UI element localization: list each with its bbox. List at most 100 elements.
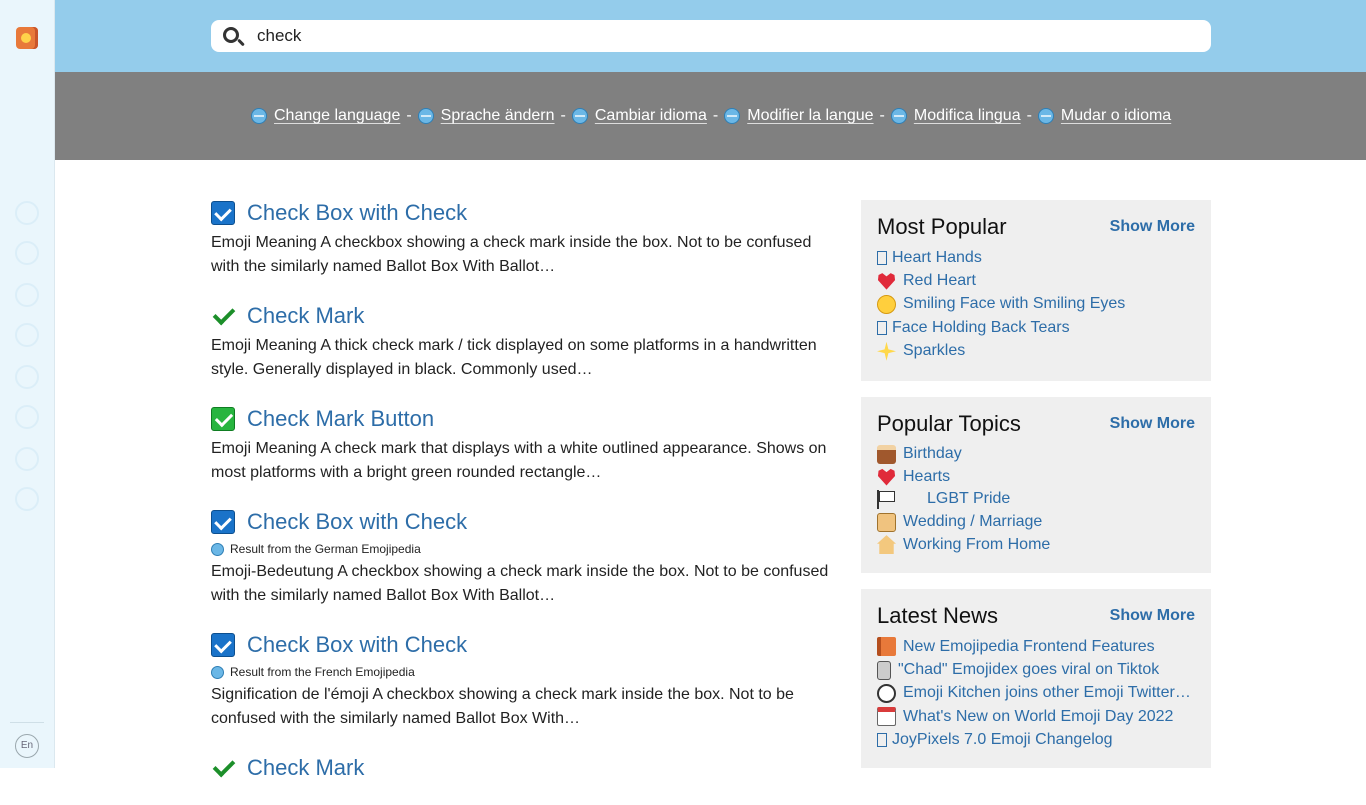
list-link[interactable]: New Emojipedia Frontend Features (903, 638, 1155, 656)
nav-faint-icon[interactable] (15, 405, 39, 429)
search-results: Check Box with Check Emoji Meaning A che… (211, 198, 831, 805)
globe-icon (211, 665, 224, 679)
wedding-icon (877, 512, 896, 532)
show-more-link[interactable]: Show More (1110, 607, 1195, 625)
globe-icon (1037, 108, 1054, 124)
list-item[interactable]: LGBT Pride (877, 488, 1195, 511)
list-link[interactable]: Face Holding Back Tears (892, 319, 1070, 337)
language-link[interactable]: Change language (251, 107, 400, 125)
calendar-icon (877, 707, 896, 727)
list-link[interactable]: Hearts (903, 468, 950, 486)
nav-faint-icon[interactable] (15, 365, 39, 389)
list-item[interactable]: Heart Hands (877, 246, 1195, 269)
result-description: Emoji-Bedeutung A checkbox showing a che… (211, 563, 829, 604)
birthday-cake-icon (877, 444, 896, 464)
search-input[interactable] (257, 24, 1157, 48)
list-item[interactable]: What's New on World Emoji Day 2022 (877, 705, 1195, 728)
check-mark-button-icon[interactable] (211, 407, 235, 431)
search-bar[interactable] (211, 20, 1211, 52)
red-heart-icon (877, 273, 896, 290)
result-item: Check Box with Check Result from the Fre… (211, 630, 831, 731)
list-link[interactable]: What's New on World Emoji Day 2022 (903, 708, 1173, 726)
show-more-link[interactable]: Show More (1110, 218, 1195, 236)
result-description: Signification de l'émoji A checkbox show… (211, 686, 794, 727)
popular-topics-card: Popular Topics Show More Birthday Hearts… (861, 397, 1211, 573)
heart-icon (877, 468, 896, 486)
language-link[interactable]: Sprache ändern (417, 107, 555, 125)
house-icon (877, 535, 896, 555)
result-title-link[interactable]: Check Box with Check (247, 509, 467, 535)
card-title: Popular Topics (877, 411, 1021, 436)
globe-icon (571, 108, 588, 124)
nav-faint-icon[interactable] (15, 447, 39, 471)
missing-glyph-icon (877, 250, 887, 265)
emojipedia-logo-icon[interactable] (16, 27, 38, 49)
list-link[interactable]: Red Heart (903, 272, 976, 290)
panda-icon (877, 683, 896, 703)
check-mark-icon[interactable] (211, 756, 235, 780)
nav-faint-icon[interactable] (15, 323, 39, 347)
search-icon[interactable] (223, 27, 239, 43)
show-more-link[interactable]: Show More (1110, 415, 1195, 433)
list-item[interactable]: Smiling Face with Smiling Eyes (877, 293, 1195, 316)
nav-faint-icon[interactable] (15, 487, 39, 511)
separator: - (560, 107, 566, 124)
result-description: Emoji Meaning A check mark that displays… (211, 440, 827, 481)
most-popular-card: Most Popular Show More Heart Hands Red H… (861, 200, 1211, 381)
check-box-icon[interactable] (211, 510, 235, 534)
check-box-icon[interactable] (211, 633, 235, 657)
check-box-icon[interactable] (211, 201, 235, 225)
result-title-link[interactable]: Check Mark Button (247, 406, 434, 432)
list-item[interactable]: "Chad" Emojidex goes viral on Tiktok (877, 658, 1195, 681)
list-item[interactable]: Red Heart (877, 269, 1195, 292)
list-link[interactable]: Sparkles (903, 342, 965, 360)
list-link[interactable]: JoyPixels 7.0 Emoji Changelog (892, 731, 1113, 749)
list-item[interactable]: Emoji Kitchen joins other Emoji Twitter… (877, 682, 1195, 705)
missing-glyph-icon (877, 320, 887, 335)
list-item[interactable]: Face Holding Back Tears (877, 316, 1195, 339)
list-item[interactable]: Wedding / Marriage (877, 511, 1195, 534)
language-button[interactable]: En (15, 734, 39, 758)
separator: - (1026, 107, 1032, 124)
card-title: Latest News (877, 603, 999, 628)
header (55, 0, 1366, 72)
result-title-link[interactable]: Check Box with Check (247, 200, 467, 226)
list-item[interactable]: JoyPixels 7.0 Emoji Changelog (877, 729, 1195, 752)
rainbow-flag-icon (901, 489, 920, 509)
result-title-link[interactable]: Check Mark (247, 303, 364, 329)
list-link[interactable]: Wedding / Marriage (903, 513, 1042, 531)
language-link[interactable]: Modifica lingua (890, 107, 1021, 125)
list-item[interactable]: Hearts (877, 466, 1195, 489)
list-item[interactable]: New Emojipedia Frontend Features (877, 635, 1195, 658)
list-link[interactable]: Birthday (903, 445, 962, 463)
result-item: Check Mark (211, 753, 831, 783)
check-mark-icon[interactable] (211, 304, 235, 328)
nav-faint-icon[interactable] (15, 241, 39, 265)
list-item[interactable]: Sparkles (877, 340, 1195, 363)
result-source: Result from the German Emojipedia (211, 541, 831, 557)
list-link[interactable]: Heart Hands (892, 249, 982, 267)
list-link[interactable]: LGBT Pride (927, 490, 1010, 508)
language-bar: Change language - Sprache ändern - Cambi… (55, 72, 1366, 160)
globe-icon (417, 108, 434, 124)
language-link[interactable]: Mudar o idioma (1037, 107, 1171, 125)
missing-glyph-icon (877, 733, 887, 748)
result-item: Check Box with Check Result from the Ger… (211, 507, 831, 608)
list-item[interactable]: Birthday (877, 443, 1195, 466)
nav-faint-icon[interactable] (15, 283, 39, 307)
list-link[interactable]: Emoji Kitchen joins other Emoji Twitter… (903, 684, 1191, 702)
result-title-link[interactable]: Check Mark (247, 755, 364, 781)
language-link[interactable]: Cambiar idioma (571, 107, 707, 125)
separator: - (712, 107, 719, 124)
book-icon (877, 637, 896, 657)
list-link[interactable]: Working From Home (903, 536, 1050, 554)
nav-faint-icon[interactable] (15, 201, 39, 225)
list-link[interactable]: "Chad" Emojidex goes viral on Tiktok (898, 661, 1159, 679)
result-item: Check Box with Check Emoji Meaning A che… (211, 198, 831, 279)
language-link[interactable]: Modifier la langue (724, 107, 874, 125)
result-title-link[interactable]: Check Box with Check (247, 632, 467, 658)
result-source-label: Result from the German Emojipedia (230, 542, 421, 556)
list-link[interactable]: Smiling Face with Smiling Eyes (903, 295, 1125, 313)
separator: - (406, 107, 412, 124)
list-item[interactable]: Working From Home (877, 533, 1195, 556)
